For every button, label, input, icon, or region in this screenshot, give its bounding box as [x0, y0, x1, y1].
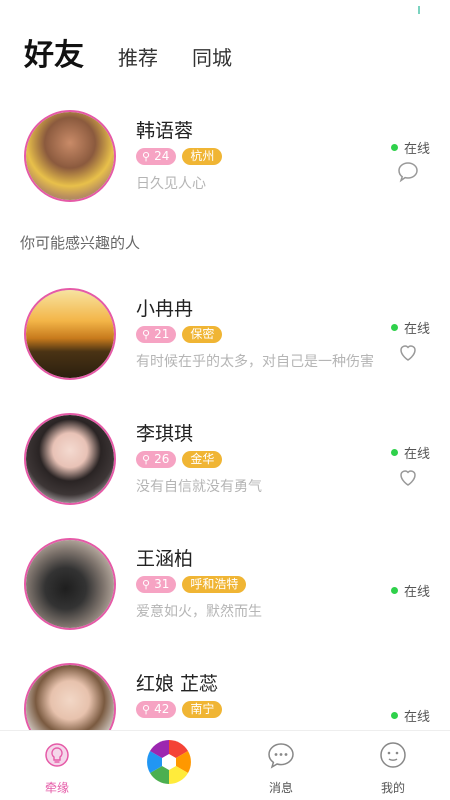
bottom-nav: 牵缘 消息 我的	[0, 730, 450, 800]
avatar[interactable]	[24, 413, 116, 505]
age-badge: ⚲ 24	[136, 148, 177, 165]
user-name: 韩语蓉	[136, 120, 194, 142]
city-badge: 呼和浩特	[182, 576, 247, 593]
online-status: 在线	[390, 138, 430, 157]
badges: ⚲ 21 保密	[136, 326, 223, 343]
avatar[interactable]	[24, 110, 116, 202]
nav-label: 消息	[268, 781, 293, 795]
user-name: 李琪琪	[136, 423, 194, 445]
message-bubble-icon	[268, 743, 294, 769]
age-badge: ⚲ 42	[136, 701, 177, 718]
online-dot-icon	[390, 587, 398, 594]
avatar[interactable]	[24, 288, 116, 380]
motto: 爱意如火，默然而生	[136, 604, 262, 620]
motto: 日久见人心	[136, 176, 206, 192]
tab-same-city[interactable]: 同城	[192, 42, 232, 71]
search-icon: ⚲	[142, 453, 151, 466]
chat-bubble-icon[interactable]	[396, 160, 420, 184]
nav-label: 我的	[380, 781, 405, 795]
online-status: 在线	[390, 581, 430, 600]
online-dot-icon	[390, 449, 398, 456]
nav-item-mine[interactable]: 我的	[348, 741, 438, 796]
online-status: 在线	[390, 443, 430, 462]
friend-row[interactable]: 韩语蓉 ⚲ 24 杭州 日久见人心 在线	[0, 110, 450, 220]
camera-aperture-icon[interactable]	[144, 737, 194, 787]
city-badge: 保密	[182, 326, 223, 343]
motto: 没有自信就没有勇气	[136, 479, 262, 495]
suggestion-row[interactable]: 李琪琪 ⚲ 26 金华 没有自信就没有勇气 在线	[0, 413, 450, 523]
online-status: 在线	[390, 318, 430, 337]
city-badge: 南宁	[182, 701, 223, 718]
tab-friends[interactable]: 好友	[24, 30, 84, 74]
online-dot-icon	[390, 144, 398, 151]
age-badge: ⚲ 31	[136, 576, 177, 593]
badges: ⚲ 31 呼和浩特	[136, 576, 247, 593]
online-dot-icon	[390, 324, 398, 331]
user-name: 王涵柏	[136, 548, 194, 570]
city-badge: 金华	[182, 451, 223, 468]
top-tabs: 好友 推荐 同城	[24, 30, 266, 80]
section-label: 你可能感兴趣的人	[20, 234, 141, 252]
heart-outline-icon[interactable]	[396, 340, 420, 364]
online-dot-icon	[390, 712, 398, 719]
badges: ⚲ 42 南宁	[136, 701, 223, 718]
search-icon: ⚲	[142, 578, 151, 591]
search-icon: ⚲	[142, 328, 151, 341]
search-icon: ⚲	[142, 703, 151, 716]
user-name: 小冉冉	[136, 298, 194, 320]
badges: ⚲ 24 杭州	[136, 148, 223, 165]
motto: 有时候在乎的太多，对自己是一种伤害	[136, 354, 374, 370]
search-icon: ⚲	[142, 150, 151, 163]
nav-item-qianyuan[interactable]: 牵缘	[12, 741, 102, 796]
bulb-icon	[45, 743, 69, 767]
avatar[interactable]	[24, 538, 116, 630]
suggestion-row[interactable]: 王涵柏 ⚲ 31 呼和浩特 爱意如火，默然而生 在线	[0, 538, 450, 648]
nav-item-messages[interactable]: 消息	[236, 741, 326, 796]
smile-face-icon	[380, 742, 406, 768]
status-indicator	[418, 6, 420, 14]
heart-outline-icon[interactable]	[396, 465, 420, 489]
suggestion-row[interactable]: 小冉冉 ⚲ 21 保密 有时候在乎的太多，对自己是一种伤害 在线	[0, 288, 450, 398]
tab-recommend[interactable]: 推荐	[118, 42, 158, 71]
age-badge: ⚲ 21	[136, 326, 177, 343]
age-badge: ⚲ 26	[136, 451, 177, 468]
online-status: 在线	[390, 706, 430, 725]
nav-label: 牵缘	[44, 781, 69, 795]
city-badge: 杭州	[182, 148, 223, 165]
user-name: 红娘 芷蕊	[136, 673, 219, 695]
badges: ⚲ 26 金华	[136, 451, 223, 468]
